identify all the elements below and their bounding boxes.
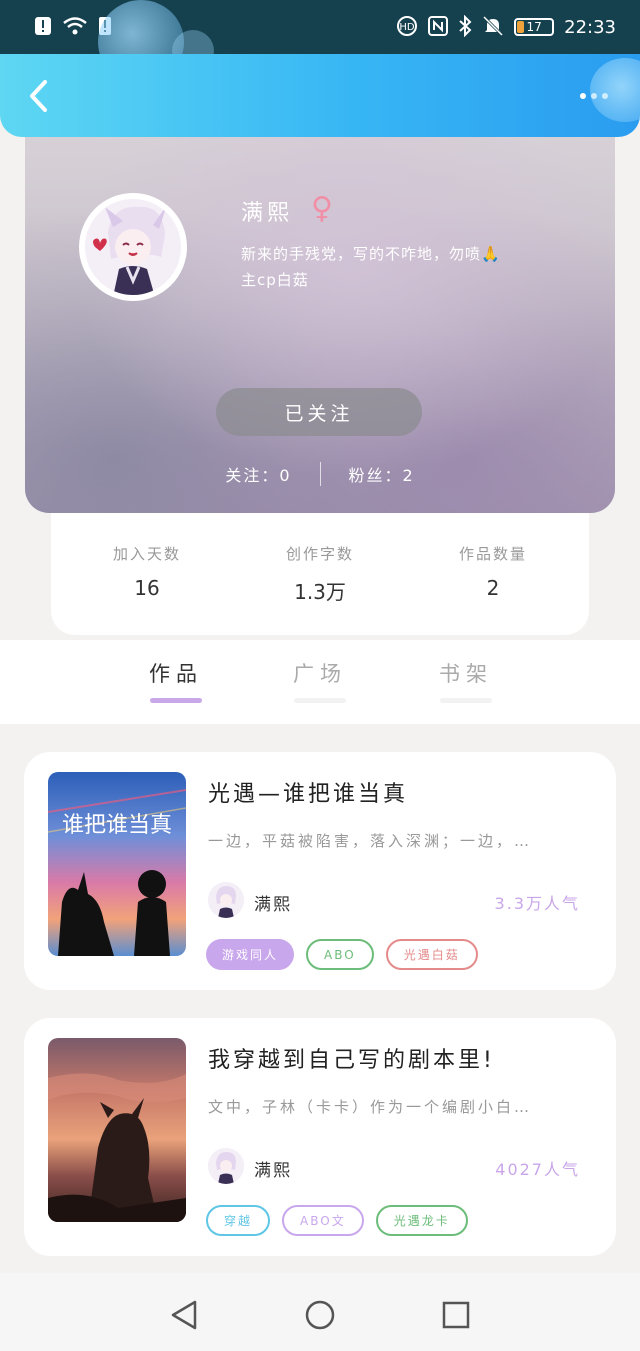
stats-panel: 加入天数 16 创作字数 1.3万 作品数量 2 — [51, 513, 589, 635]
nfc-icon — [428, 15, 449, 39]
profile-tabs: 作品 广场 书架 — [0, 640, 640, 724]
work-card[interactable]: 谁把谁当真 光遇—谁把谁当真 一边，平菇被陷害，落入深渊；一边，… 满熙 3.3… — [24, 752, 616, 990]
author-avatar — [208, 882, 244, 918]
stat-word-count: 创作字数 1.3万 — [260, 543, 380, 635]
mute-icon — [482, 15, 504, 40]
stat-value: 2 — [486, 576, 500, 600]
status-time: 22:33 — [564, 16, 616, 38]
chevron-left-icon — [30, 80, 47, 112]
tab-indicator — [150, 698, 202, 703]
tag-chip[interactable]: ABO — [306, 939, 374, 970]
battery-level: 17 — [526, 20, 542, 34]
tab-label: 作品 — [149, 662, 203, 686]
popularity: 3.3万人气 — [494, 894, 580, 913]
nav-back-button[interactable] — [164, 1295, 204, 1335]
follow-button[interactable]: 已关注 — [216, 388, 422, 436]
more-dots-icon — [580, 93, 586, 99]
following-count[interactable]: 关注：0 — [225, 462, 291, 486]
tag-chip[interactable]: 光遇龙卡 — [375, 1205, 468, 1236]
book-cover[interactable]: 谁把谁当真 — [48, 772, 186, 956]
popularity: 4027人气 — [495, 1160, 580, 1179]
stat-label: 作品数量 — [458, 545, 527, 563]
hd-icon: HD — [396, 15, 418, 40]
divider — [319, 462, 321, 486]
bluetooth-icon — [458, 14, 472, 40]
female-gender-icon: ♀ — [311, 191, 333, 226]
work-title[interactable]: 我穿越到自己写的剧本里! — [208, 1042, 495, 1074]
tab-indicator — [294, 698, 346, 703]
author-name: 满熙 — [254, 1161, 292, 1181]
circle-home-icon — [305, 1300, 335, 1330]
nav-home-button[interactable] — [300, 1295, 340, 1335]
user-name: 满熙 — [241, 201, 294, 226]
follow-counts: 关注：0 粉丝：2 — [25, 459, 615, 489]
tag-chip[interactable]: 游戏同人 — [206, 939, 295, 970]
tab-indicator — [440, 698, 492, 703]
followers-count[interactable]: 粉丝：2 — [349, 462, 415, 486]
tab-bookshelf[interactable]: 书架 — [421, 658, 511, 703]
stat-label: 创作字数 — [285, 545, 354, 563]
tag-chip[interactable]: ABO文 — [282, 1205, 364, 1236]
tag-chip[interactable]: 光遇白菇 — [385, 939, 478, 970]
user-bio: 新来的手残党，写的不咋地，勿喷🙏 主cp白菇 — [241, 241, 561, 293]
avatar[interactable] — [79, 193, 187, 301]
svg-text:HD: HD — [400, 22, 416, 33]
status-right: HD 17 22:33 — [396, 14, 616, 40]
work-description: 一边，平菇被陷害，落入深渊；一边，… — [208, 832, 533, 850]
tab-label: 书架 — [439, 662, 493, 686]
book-cover[interactable] — [48, 1038, 186, 1222]
work-card[interactable]: 我穿越到自己写的剧本里! 文中，子林（卡卡）作为一个编剧小白… 满熙 4027人… — [24, 1018, 616, 1256]
avatar-illustration — [85, 199, 181, 295]
stat-value: 1.3万 — [294, 580, 346, 604]
bio-line: 主cp白菇 — [241, 271, 309, 289]
tab-works[interactable]: 作品 — [131, 658, 221, 703]
alert-icon — [34, 16, 52, 39]
status-bar: HD 17 22:33 — [0, 0, 640, 54]
author-name: 满熙 — [254, 895, 292, 915]
cover-illustration — [48, 1038, 186, 1222]
stat-value: 16 — [134, 576, 160, 600]
stat-label: 加入天数 — [112, 545, 181, 563]
tab-square[interactable]: 广场 — [275, 658, 365, 703]
square-recents-icon — [442, 1301, 470, 1329]
back-button[interactable] — [18, 76, 58, 116]
work-title[interactable]: 光遇—谁把谁当真 — [208, 776, 408, 808]
top-header — [0, 54, 640, 137]
tag-row: 穿越 ABO文 光遇龙卡 — [206, 1205, 468, 1236]
work-description: 文中，子林（卡卡）作为一个编剧小白… — [208, 1098, 533, 1116]
tag-chip[interactable]: 穿越 — [206, 1205, 271, 1236]
battery-icon: 17 — [514, 18, 555, 36]
cover-title: 谁把谁当真 — [62, 813, 172, 838]
tag-row: 游戏同人 ABO 光遇白菇 — [206, 939, 478, 970]
system-nav-bar — [0, 1273, 640, 1351]
author-avatar — [208, 1148, 244, 1184]
stat-works-count: 作品数量 2 — [433, 543, 553, 635]
triangle-back-icon — [171, 1300, 197, 1330]
profile-card: 满熙 ♀ 新来的手残党，写的不咋地，勿喷🙏 主cp白菇 已关注 关注：0 粉丝：… — [25, 137, 615, 513]
bio-line: 新来的手残党，写的不咋地，勿喷🙏 — [241, 245, 501, 263]
cover-illustration: 谁把谁当真 — [48, 772, 186, 956]
nav-recents-button[interactable] — [436, 1295, 476, 1335]
stat-join-days: 加入天数 16 — [87, 543, 207, 635]
tab-label: 广场 — [293, 662, 347, 686]
wifi-icon — [62, 16, 88, 39]
